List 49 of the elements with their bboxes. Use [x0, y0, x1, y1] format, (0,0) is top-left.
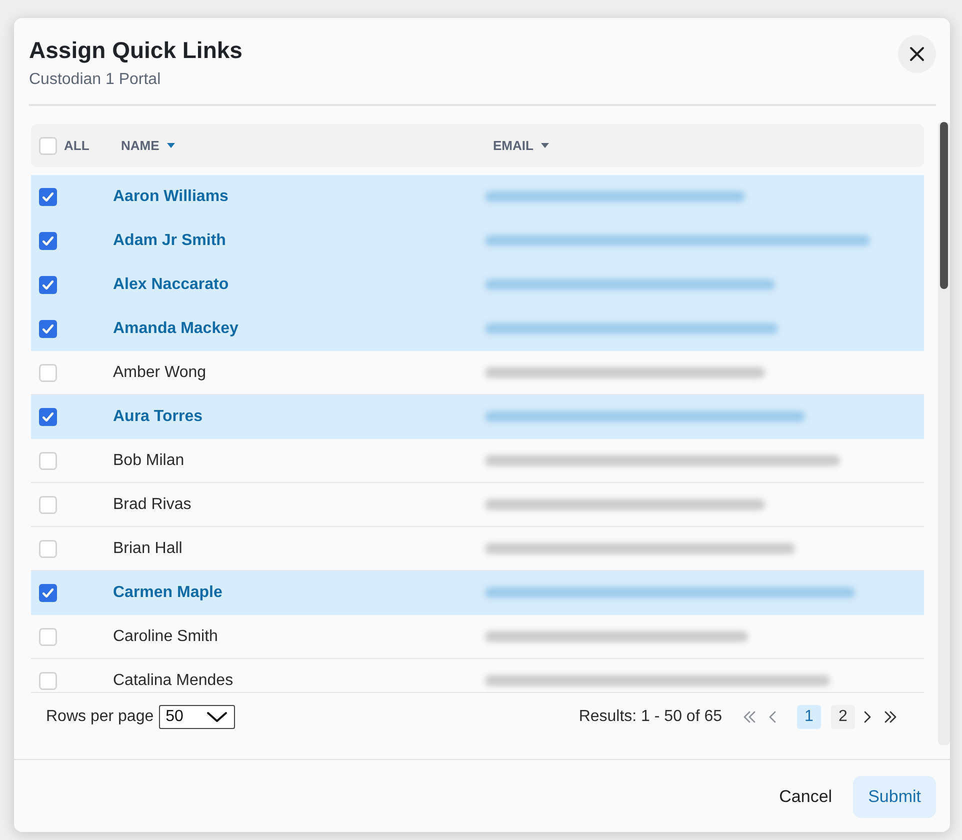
rows-per-page-label: Rows per page	[46, 708, 154, 726]
name-cell-text: Alex Naccarato	[113, 275, 230, 294]
cancel-button[interactable]: Cancel	[779, 776, 832, 818]
submit-button[interactable]: Submit	[853, 776, 936, 818]
table-row[interactable]: Carmen Maple	[31, 571, 924, 615]
dialog-title: Assign Quick Links	[29, 36, 242, 65]
name-cell-text: Brian Hall	[113, 539, 184, 558]
double-chevron-right-icon	[884, 710, 898, 724]
row-checkbox[interactable]	[39, 408, 57, 426]
column-header[interactable]: EMAIL	[493, 138, 550, 153]
row-checkbox[interactable]	[39, 672, 57, 690]
row-checkbox[interactable]	[39, 496, 57, 514]
page-button[interactable]: 2	[831, 705, 855, 729]
name-cell-text: Carmen Maple	[113, 583, 224, 602]
select-all-checkbox[interactable]	[39, 136, 57, 154]
double-chevron-left-icon	[742, 710, 756, 724]
row-checkbox[interactable]	[39, 584, 57, 602]
close-icon	[909, 46, 925, 62]
name-cell-text: Adam Jr Smith	[113, 231, 227, 250]
table-row[interactable]: Aura Torres	[31, 395, 924, 439]
chevron-down-icon	[206, 711, 228, 723]
name-cell-text: Brad Rivas	[113, 495, 192, 514]
name-cell-text: Caroline Smith	[113, 627, 219, 646]
rows-per-page-select[interactable]: 50	[158, 705, 235, 729]
name-cell-text: Amber Wong	[113, 363, 208, 382]
page-button[interactable]: 1	[797, 705, 821, 729]
row-checkbox[interactable]	[39, 320, 57, 338]
row-checkbox[interactable]	[39, 540, 57, 558]
dialog-subtitle: Custodian 1 Portal	[29, 70, 162, 90]
results-count: Results: 1 - 50 of 65	[578, 708, 722, 726]
table-row[interactable]: Adam Jr Smith	[31, 219, 924, 263]
table-row[interactable]: Aaron Williams	[31, 175, 924, 219]
name-cell-text: Bob Milan	[113, 451, 186, 470]
name-cell-text: Amanda Mackey	[113, 319, 240, 338]
row-checkbox[interactable]	[39, 232, 57, 250]
scrollbar-thumb[interactable]	[940, 122, 948, 289]
row-checkbox[interactable]	[39, 276, 57, 294]
row-checkbox[interactable]	[39, 452, 57, 470]
table-row[interactable]: Amanda Mackey	[31, 307, 924, 351]
name-cell-text: Catalina Mendes	[113, 671, 234, 690]
row-checkbox[interactable]	[39, 628, 57, 646]
row-checkbox[interactable]	[39, 188, 57, 206]
close-button[interactable]	[898, 35, 936, 73]
row-checkbox[interactable]	[39, 364, 57, 382]
name-cell-text: Aaron Williams	[113, 187, 230, 206]
column-header[interactable]: NAME	[121, 138, 176, 153]
name-cell-text: Aura Torres	[113, 407, 204, 426]
table-row[interactable]: Alex Naccarato	[31, 263, 924, 307]
select-all-label: ALL	[64, 138, 90, 153]
